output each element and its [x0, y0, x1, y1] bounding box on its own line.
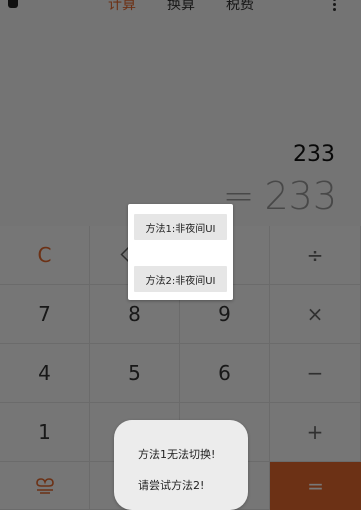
toast-line-2: 请尝试方法2! [138, 479, 205, 492]
method1-button[interactable]: 方法1:非夜间UI [134, 214, 227, 240]
toast-line-1: 方法1无法切换! [138, 448, 216, 461]
calculator-app: 计算 换算 税费 233 =233 C ⌫ % ÷ 7 8 9 × 4 5 6 … [0, 0, 361, 510]
ui-mode-dialog: 方法1:非夜间UI 方法2:非夜间UI [128, 204, 233, 300]
toast-message: 方法1无法切换! 请尝试方法2! [114, 420, 248, 510]
method2-button[interactable]: 方法2:非夜间UI [134, 266, 227, 292]
